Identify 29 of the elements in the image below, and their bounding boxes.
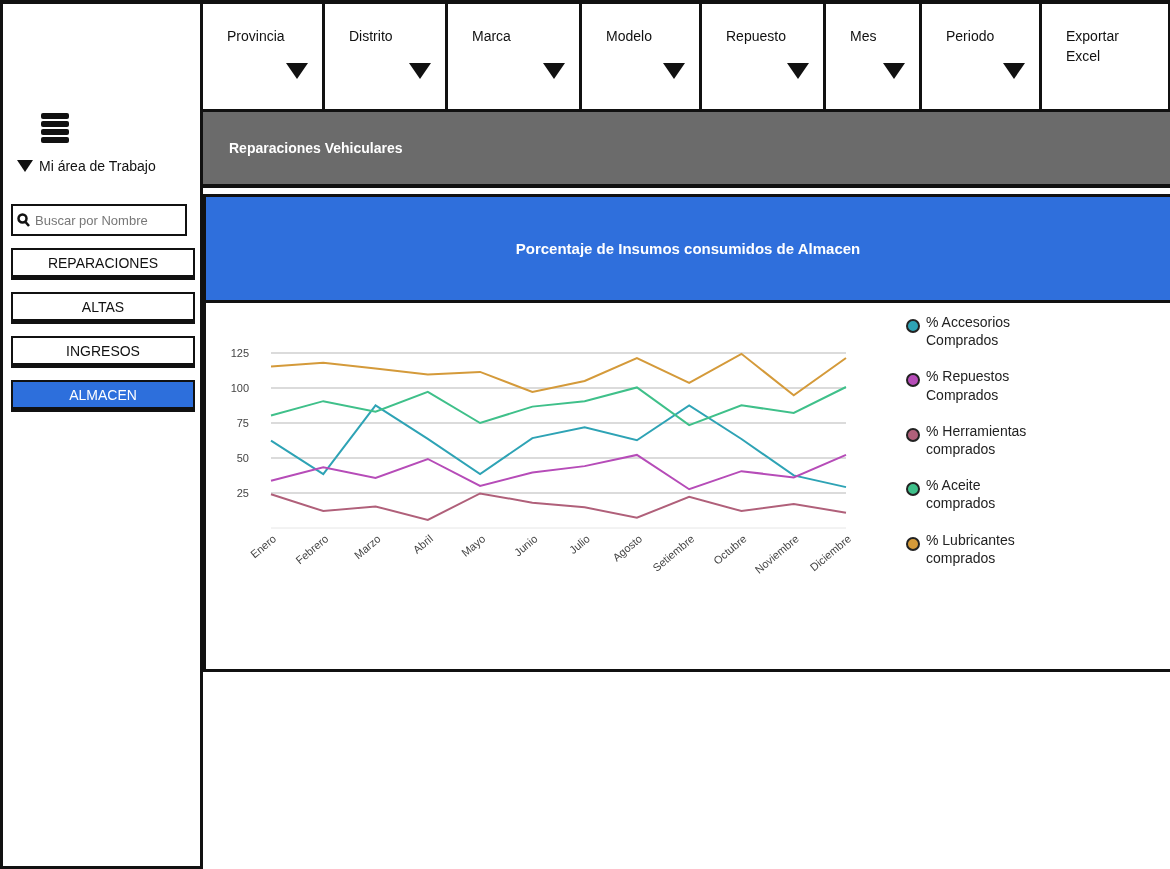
axis-tick-label: 75 xyxy=(236,417,249,429)
legend-label: % Repuestos Comprados xyxy=(926,367,1011,404)
axis-tick-label: 125 xyxy=(230,347,249,359)
search-icon xyxy=(17,213,30,227)
nav-button[interactable]: ALMACEN xyxy=(11,380,195,412)
caret-icon xyxy=(543,63,565,79)
nav-button[interactable]: REPARACIONES xyxy=(11,248,195,280)
axis-tick-label: 100 xyxy=(230,382,249,394)
menu-icon[interactable] xyxy=(41,112,69,144)
workspace-label: Mi área de Trabajo xyxy=(39,158,156,174)
nav-button[interactable]: ALTAS xyxy=(11,292,195,324)
legend-label: % Aceite comprados xyxy=(926,476,997,513)
caret-icon[interactable] xyxy=(17,160,33,172)
chart-title: Porcentaje de Insumos consumidos de Almacen xyxy=(515,240,861,257)
section-title: Reparaciones Vehiculares xyxy=(229,140,403,156)
caret-icon xyxy=(409,63,431,79)
caret-icon xyxy=(883,63,905,79)
caret-icon xyxy=(663,63,685,79)
caret-icon xyxy=(787,63,809,79)
legend-label: % Accesorios Comprados xyxy=(926,313,1012,350)
axis-tick-label: 25 xyxy=(236,487,249,499)
axis-category-label: Julio xyxy=(566,532,592,557)
search-field[interactable]: Buscar por Nombre xyxy=(11,204,187,236)
caret-icon xyxy=(1003,63,1025,79)
nav-button[interactable]: INGRESOS xyxy=(11,336,195,368)
caret-icon xyxy=(286,63,308,79)
legend-label: % Lubricantes comprados xyxy=(926,530,1016,567)
legend-label: % Herramientas comprados xyxy=(926,421,1028,459)
axis-tick-label: 50 xyxy=(236,452,249,464)
